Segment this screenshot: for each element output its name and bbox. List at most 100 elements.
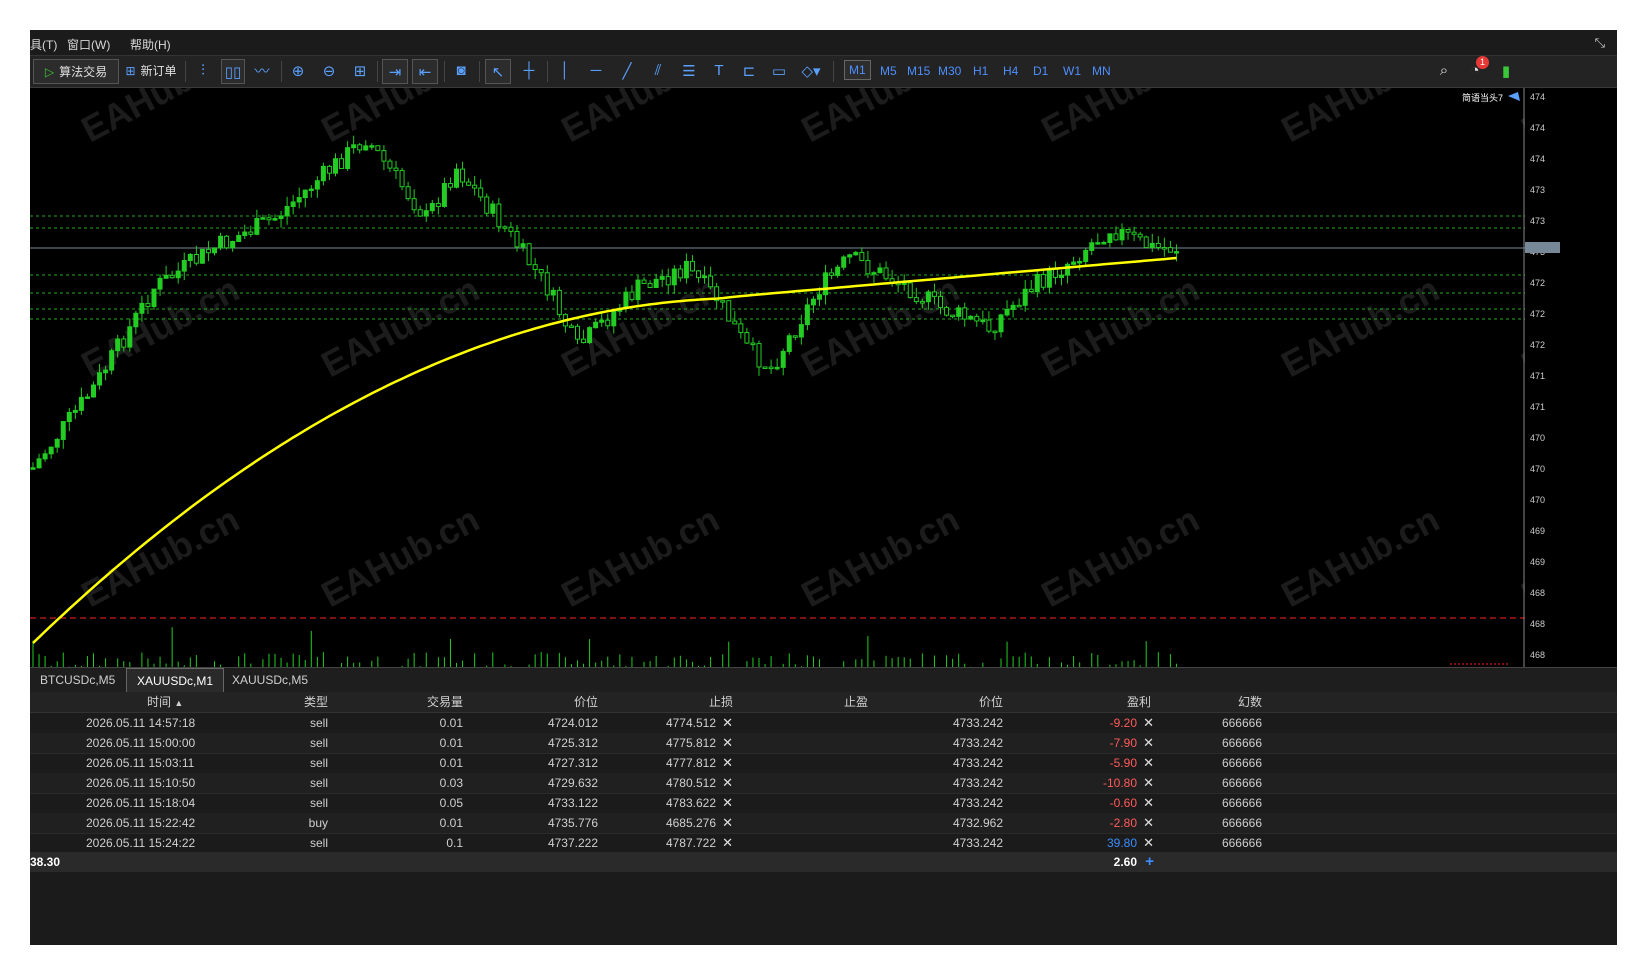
table-row[interactable]: 2026.05.11 15:22:42 buy 0.01 4735.776 4685.2… (30, 813, 1617, 834)
candle-body (762, 366, 768, 369)
candle-body (974, 315, 980, 322)
candle-body (423, 210, 429, 217)
candle-body (60, 421, 66, 440)
add-icon[interactable]: + (1145, 852, 1154, 872)
fibonacci-icon[interactable]: ☰ (678, 59, 700, 82)
remove-sl-icon[interactable]: ✕ (722, 773, 733, 793)
menu-help[interactable]: 帮助(H) (130, 36, 171, 53)
remove-sl-icon[interactable]: ✕ (722, 793, 733, 813)
timeframe-m30[interactable]: M30 (938, 64, 961, 78)
remove-sl-icon[interactable]: ✕ (722, 733, 733, 753)
table-row[interactable]: 2026.05.11 15:18:04 sell 0.05 4733.122 4783.… (30, 793, 1617, 814)
timeframe-m1[interactable]: M1 (844, 60, 871, 80)
tab-btcusdc-m5[interactable]: BTCUSDc,M5 (30, 668, 125, 692)
close-position-icon[interactable]: ✕ (1143, 793, 1154, 813)
candle-body (865, 260, 871, 275)
menu-window[interactable]: 窗口(W) (67, 36, 110, 53)
cell-current-price: 4733.242 (952, 776, 1003, 790)
chart-shift-icon[interactable]: ⇤ (412, 59, 438, 84)
candlestick-icon[interactable]: ▯▯ (221, 59, 245, 84)
new-order-button[interactable]: ⊞ 新订单 (114, 59, 188, 82)
signal-level-icon[interactable]: ▮ (1495, 59, 1517, 82)
algo-trading-button[interactable]: ▷ 算法交易 (33, 59, 119, 84)
candle-body (774, 366, 780, 370)
menu-tools[interactable]: 具(T) (30, 36, 57, 53)
price-chart[interactable]: EAHub.cn EAHub.cn EAHub.cn EAHub.cn EAHub.cn… (30, 88, 1617, 694)
new-order-icon: ⊞ (125, 63, 136, 78)
notification-icon[interactable]: ◔ 1 (1464, 56, 1489, 82)
remove-sl-icon[interactable]: ✕ (722, 813, 733, 833)
candle-body (962, 307, 968, 320)
bar-chart-icon[interactable]: ⫶ (192, 59, 214, 82)
col-magic[interactable]: 幻数 (1238, 692, 1262, 712)
table-row[interactable]: 2026.05.11 15:03:11 sell 0.01 4727.312 4777.… (30, 753, 1617, 774)
candle-body (393, 167, 399, 172)
cursor-icon[interactable]: ↖ (485, 59, 511, 84)
col-price[interactable]: 价位 (574, 692, 598, 712)
new-order-label: 新订单 (140, 64, 177, 78)
col-tp[interactable]: 止盈 (844, 692, 868, 712)
channel-icon[interactable]: ⫽ (647, 59, 669, 82)
close-position-icon[interactable]: ✕ (1143, 713, 1154, 733)
col-current-price[interactable]: 价位 (979, 692, 1003, 712)
tab-xauusdc-m5[interactable]: XAUUSDc,M5 (222, 668, 318, 692)
table-row[interactable]: 2026.05.11 15:00:00 sell 0.01 4725.312 4775.… (30, 733, 1617, 754)
autoscroll-icon[interactable]: ⇥ (382, 59, 408, 84)
table-row[interactable]: 2026.05.11 14:57:18 sell 0.01 4724.012 4774.… (30, 713, 1617, 734)
close-position-icon[interactable]: ✕ (1143, 733, 1154, 753)
col-time[interactable]: 时间 ▲ (147, 692, 183, 712)
close-position-icon[interactable]: ✕ (1143, 813, 1154, 833)
cell-type: sell (309, 736, 328, 750)
cell-current-price: 4733.242 (952, 796, 1003, 810)
cell-type: sell (309, 776, 328, 790)
timeframe-h4[interactable]: H4 (1003, 64, 1018, 78)
zoom-out-icon[interactable]: ⊖ (318, 59, 340, 82)
timeframe-w1[interactable]: W1 (1063, 64, 1081, 78)
col-volume[interactable]: 交易量 (427, 692, 463, 712)
timeframe-m5[interactable]: M5 (880, 64, 897, 78)
shapes-icon[interactable]: ◇▾ (798, 59, 824, 82)
cell-sl: 4780.512 (665, 776, 716, 790)
table-row[interactable]: 2026.05.11 15:10:50 sell 0.03 4729.632 4780.… (30, 773, 1617, 794)
table-row[interactable]: 2026.05.11 15:24:22 sell 0.1 4737.222 4787.7… (30, 833, 1617, 854)
candle-body (127, 326, 133, 348)
timeframe-m15[interactable]: M15 (907, 64, 930, 78)
col-type[interactable]: 类型 (304, 692, 328, 712)
trendline-icon[interactable]: ╱ (616, 59, 638, 82)
collapse-icon[interactable]: ⤡ (1595, 35, 1605, 51)
zoom-in-icon[interactable]: ⊕ (287, 59, 309, 82)
horizontal-line-icon[interactable]: ─ (585, 59, 607, 82)
col-sl[interactable]: 止损 (709, 692, 733, 712)
search-icon[interactable]: ⌕ (1433, 59, 1455, 82)
timeframe-d1[interactable]: D1 (1033, 64, 1048, 78)
line-chart-icon[interactable]: 〰 (251, 59, 273, 82)
remove-sl-icon[interactable]: ✕ (722, 753, 733, 773)
cell-magic: 666666 (1221, 776, 1262, 790)
cell-profit: -10.80 (1102, 776, 1137, 790)
remove-sl-icon[interactable]: ✕ (722, 833, 733, 853)
vertical-line-icon[interactable]: │ (554, 59, 576, 82)
label-icon[interactable]: ⊏ (738, 59, 760, 82)
col-profit[interactable]: 盈利 (1127, 692, 1151, 712)
close-position-icon[interactable]: ✕ (1143, 753, 1154, 773)
timeframe-mn[interactable]: MN (1092, 64, 1111, 78)
grid-icon[interactable]: ⊞ (349, 59, 371, 82)
bid-price-tag (1525, 242, 1560, 253)
candle-body (78, 396, 84, 411)
crosshair-icon[interactable]: ┼ (518, 59, 540, 82)
close-position-icon[interactable]: ✕ (1143, 773, 1154, 793)
candle-body (538, 269, 544, 274)
candle-body (193, 253, 199, 264)
tab-xauusdc-m1[interactable]: XAUUSDc,M1 (126, 668, 225, 693)
rectangle-icon[interactable]: ▭ (768, 59, 790, 82)
timeframe-h1[interactable]: H1 (973, 64, 988, 78)
candle-body (30, 467, 36, 470)
candle-body (919, 301, 925, 304)
text-icon[interactable]: T (708, 59, 730, 82)
close-position-icon[interactable]: ✕ (1143, 833, 1154, 853)
candle-body (1131, 231, 1137, 235)
candle-body (508, 226, 514, 232)
remove-sl-icon[interactable]: ✕ (722, 713, 733, 733)
candle-body (980, 319, 986, 323)
screenshot-icon[interactable]: ◙ (450, 59, 472, 82)
